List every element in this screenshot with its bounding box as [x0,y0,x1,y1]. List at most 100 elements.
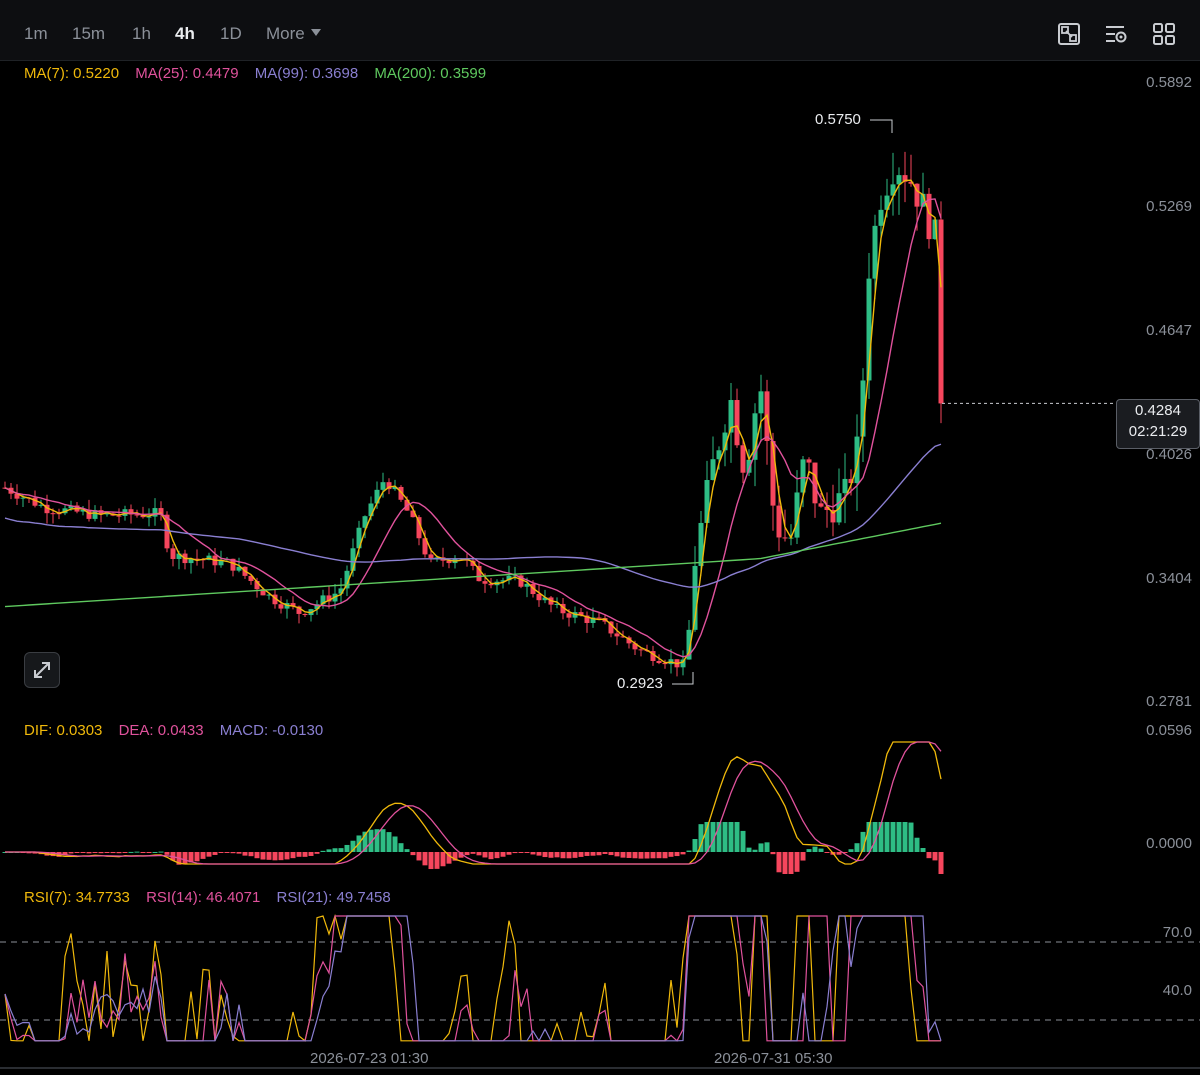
current-price: 0.4284 [1135,402,1181,419]
macd-histogram-bar [824,852,830,853]
macd-histogram-bar [590,852,596,856]
price-axis-label: 0.5269 [1146,198,1192,215]
macd-legend: DIF: 0.0303 DEA: 0.0433 MACD: -0.0130 [24,722,335,739]
candle-body [614,633,620,637]
macd-histogram-bar [530,852,536,855]
macd-histogram-bar [302,852,308,857]
macd-histogram-bar [794,852,800,872]
macd-histogram-bar [284,852,290,860]
macd-histogram-bar [908,822,914,852]
macd-histogram-bar [740,830,746,852]
macd-histogram-bar [836,852,842,855]
macd-histogram-bar [260,852,266,860]
macd-histogram-bar [254,852,260,859]
macd-histogram-bar [140,852,146,853]
macd-histogram-bar [746,847,752,852]
macd-histogram-bar [614,852,620,857]
candle-body [878,209,884,226]
macd-histogram-bar [566,852,572,859]
macd-histogram-bar [662,852,668,859]
macd-histogram-bar [98,852,104,854]
expand-chart-button[interactable] [24,652,60,688]
macd-histogram-bar [572,852,578,858]
macd-histogram-bar [848,849,854,852]
macd-histogram-bar [686,850,692,852]
date-label: 2026-07-31 05:30 [714,1050,833,1067]
macd-histogram-bar [650,852,656,859]
macd-histogram-bar [248,852,254,857]
candle-body [776,505,782,538]
macd-histogram-bar [812,846,818,852]
candle-body [638,649,644,651]
macd-histogram-bar [428,852,434,870]
macd-histogram-bar [638,852,644,859]
dea-line [5,741,942,865]
candle-body [656,660,662,664]
timeframe-1d[interactable]: 1D [220,24,242,44]
macd-histogram-bar [332,848,338,852]
rsi-legend: RSI(7): 34.7733 RSI(14): 46.4071 RSI(21)… [24,889,403,906]
candle-body [740,445,746,473]
macd-histogram-bar [224,852,230,853]
macd-histogram-bar [680,852,686,855]
macd-histogram-bar [722,822,728,852]
macd-histogram-bar [524,852,530,853]
more-timeframes-dropdown[interactable]: More [266,24,321,44]
candle-body [278,604,284,609]
macd-histogram-bar [644,852,650,859]
macd-histogram-bar [122,852,128,853]
macd-histogram-bar [548,852,554,858]
price-chart-canvas[interactable] [0,60,1200,1075]
candle-body [812,462,818,504]
price-axis-label: 0.2781 [1146,693,1192,710]
candle-body [428,554,434,559]
ma-legend: MA(7): 0.5220 MA(25): 0.4479 MA(99): 0.3… [24,65,498,82]
macd-histogram-bar [296,852,302,857]
more-label: More [266,24,305,43]
macd-histogram-bar [404,849,410,852]
chart-settings-icon[interactable] [1104,22,1128,46]
chart-crop-icon[interactable] [1057,22,1081,46]
macd-histogram-bar [656,852,662,859]
macd-histogram-bar [182,852,188,865]
candle-body [758,391,764,414]
macd-value: MACD: -0.0130 [219,722,324,739]
macd-histogram-bar [386,832,392,852]
candle-body [818,503,824,507]
macd-histogram-bar [308,852,314,856]
macd-histogram-bar [320,850,326,852]
candle-body [374,489,380,504]
macd-histogram-bar [104,852,110,853]
macd-histogram-bar [338,848,344,852]
macd-histogram-bar [668,852,674,857]
macd-axis-label: 0.0596 [1146,722,1192,739]
macd-histogram-bar [890,822,896,852]
timeframe-1m[interactable]: 1m [24,24,48,44]
candle-body [938,219,944,404]
candle-body [482,581,488,584]
macd-histogram-bar [164,852,170,855]
timeframe-1h[interactable]: 1h [132,24,151,44]
price-axis-label: 0.4647 [1146,322,1192,339]
timeframe-15m[interactable]: 15m [72,24,105,44]
date-label: 2026-07-23 01:30 [310,1050,429,1067]
current-price-tag: 0.4284 02:21:29 [1116,399,1200,449]
layout-grid-icon[interactable] [1152,22,1176,46]
macd-histogram-bar [278,852,284,861]
dea-value: DEA: 0.0433 [118,722,204,739]
ma7-line [4,179,942,665]
macd-histogram-bar [602,852,608,854]
timeframe-4h[interactable]: 4h [175,24,195,44]
macd-histogram-bar [608,852,614,856]
macd-histogram-bar [578,852,584,857]
candle-body [710,459,716,481]
macd-histogram-bar [74,852,80,853]
candle-countdown: 02:21:29 [1128,423,1188,440]
candle-body [380,482,386,490]
candle-body [566,613,572,618]
macd-histogram-bar [206,852,212,857]
macd-histogram-bar [692,839,698,852]
macd-histogram-bar [878,822,884,852]
high-price-label: 0.5750 [815,111,861,128]
macd-histogram-bar [938,852,944,874]
